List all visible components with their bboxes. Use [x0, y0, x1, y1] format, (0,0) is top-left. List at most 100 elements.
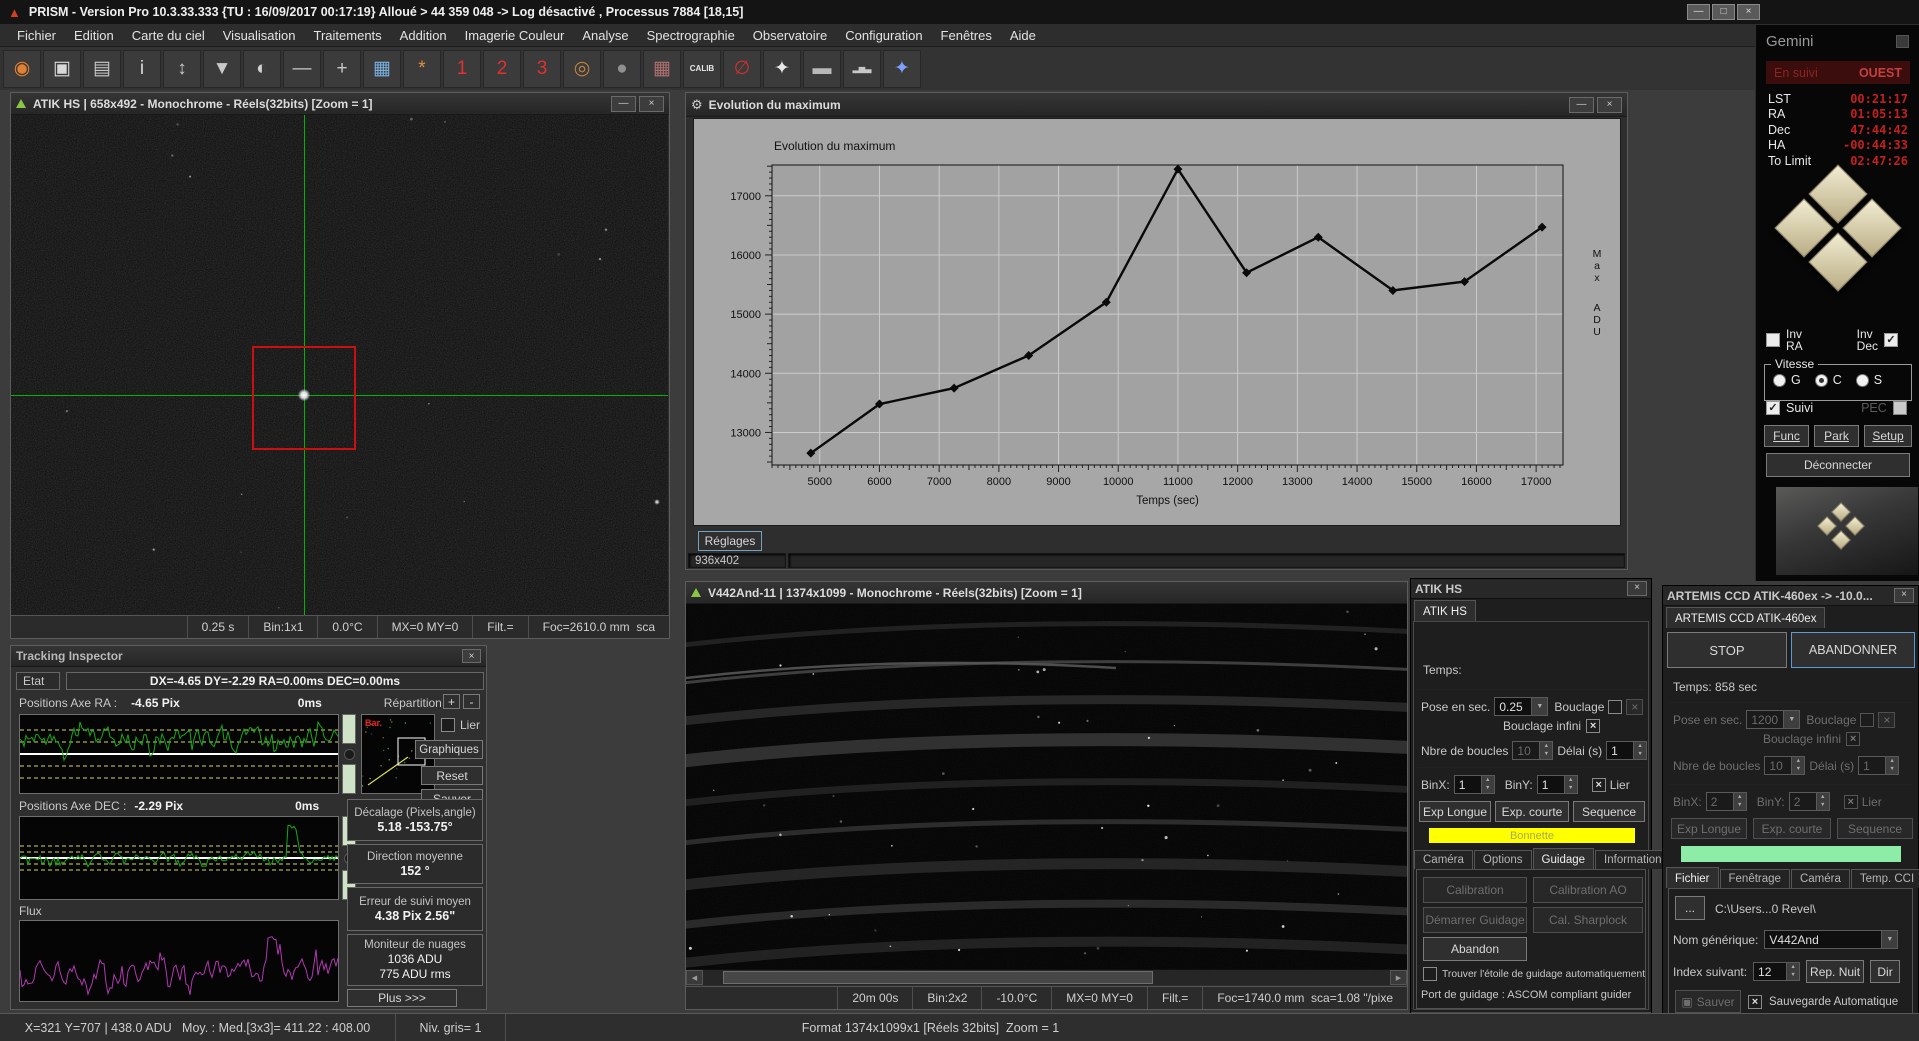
nom-combo[interactable]: V442And▼: [1764, 930, 1898, 949]
slider-lower[interactable]: [342, 764, 356, 794]
camera-icon-button[interactable]: ◉: [3, 50, 41, 88]
spin-up-icon[interactable]: ▲: [1792, 757, 1804, 766]
menu-traitements[interactable]: Traitements: [305, 25, 391, 46]
spin-down-icon[interactable]: ▼: [1817, 802, 1829, 811]
close-button[interactable]: ×: [1737, 4, 1760, 20]
slider-knob[interactable]: [344, 749, 355, 760]
trouver-checkbox[interactable]: [1423, 967, 1437, 981]
filter-wheel-icon-button[interactable]: ◎: [563, 50, 601, 88]
bouclage-checkbox[interactable]: [1608, 700, 1622, 714]
binx-spinner[interactable]: 1▲▼: [1454, 775, 1495, 794]
plus-more-button[interactable]: Plus >>>: [347, 989, 457, 1007]
demarrer-guidage-button[interactable]: Démarrer Guidage: [1423, 907, 1527, 933]
tracking-close-button[interactable]: ×: [462, 649, 481, 663]
image-window-titlebar[interactable]: V442And-11 | 1374x1099 - Monochrome - Ré…: [686, 582, 1407, 604]
flip-vertical-icon-button[interactable]: ↕: [163, 50, 201, 88]
chevron-down-icon[interactable]: ▼: [1532, 697, 1548, 716]
spin-down-icon[interactable]: ▼: [1634, 751, 1646, 760]
scroll-thumb[interactable]: [723, 971, 1153, 984]
bouclage-infini-checkbox[interactable]: ×: [1846, 732, 1860, 746]
chevron-down-icon[interactable]: ▼: [1882, 930, 1898, 949]
guide-image-canvas[interactable]: [11, 115, 668, 615]
exp-longue-button[interactable]: Exp Longue: [1419, 801, 1491, 822]
spin-down-icon[interactable]: ▼: [1886, 766, 1898, 775]
guide-close-button[interactable]: ×: [639, 96, 664, 112]
menu-observatoire[interactable]: Observatoire: [744, 25, 836, 46]
chevron-down-icon[interactable]: ▼: [1784, 710, 1800, 729]
spin-up-icon[interactable]: ▲: [1734, 793, 1746, 802]
artemis-tab-temp-cci[interactable]: Temp. CCI: [1851, 869, 1919, 888]
atik-tab-cam-ra[interactable]: Caméra: [1414, 850, 1473, 869]
atik-tab-guidage[interactable]: Guidage: [1533, 848, 1594, 869]
func-button[interactable]: Func: [1764, 425, 1809, 447]
menu-aide[interactable]: Aide: [1001, 25, 1045, 46]
sequence-button[interactable]: Sequence: [1837, 818, 1913, 839]
guide-minimize-button[interactable]: —: [611, 96, 636, 112]
stop-button[interactable]: STOP: [1667, 632, 1787, 668]
histogram-icon-button[interactable]: ▂▅▃: [843, 50, 881, 88]
info-icon-button[interactable]: i: [123, 50, 161, 88]
contrast-icon-button[interactable]: ◐: [243, 50, 281, 88]
atik-panel-titlebar[interactable]: ATIK HS ×: [1411, 579, 1651, 599]
suivi-checkbox[interactable]: ✓: [1766, 401, 1780, 415]
biny-spinner[interactable]: 2▲▼: [1789, 792, 1830, 811]
lens-icon-button[interactable]: ●: [603, 50, 641, 88]
artemis-tab-cam-ra[interactable]: Caméra: [1791, 869, 1850, 888]
binx-spinner[interactable]: 2▲▼: [1706, 792, 1747, 811]
chart-close-button[interactable]: ×: [1597, 97, 1622, 113]
menu-visualisation[interactable]: Visualisation: [214, 25, 305, 46]
reglages-button[interactable]: Réglages: [698, 531, 762, 551]
spin-down-icon[interactable]: ▼: [1482, 785, 1494, 794]
move-icon-button[interactable]: +: [323, 50, 361, 88]
menu-fen-tres[interactable]: Fenêtres: [932, 25, 1001, 46]
image-hscrollbar[interactable]: ◀ ▶: [686, 969, 1407, 985]
exp-courte-button[interactable]: Exp. courte: [1753, 818, 1831, 839]
app-titlebar[interactable]: ▲ PRISM - Version Pro 10.3.33.333 {TU : …: [0, 0, 1919, 24]
graphiques-button[interactable]: Graphiques: [415, 740, 483, 759]
bouclage-checkbox[interactable]: [1860, 713, 1874, 727]
nbre-spinner[interactable]: 10▲▼: [1512, 741, 1553, 760]
cal-sharplock-button[interactable]: Cal. Sharplock: [1533, 907, 1643, 933]
radio-C[interactable]: [1815, 374, 1828, 387]
atik-tab-options[interactable]: Options: [1474, 850, 1532, 869]
reset-button[interactable]: Reset: [421, 766, 483, 785]
sauvegarde-auto-checkbox[interactable]: ×: [1748, 995, 1762, 1009]
ccd-icon-button[interactable]: ▦: [643, 50, 681, 88]
comet-icon-button[interactable]: ✦: [883, 50, 921, 88]
inv-ra-checkbox[interactable]: [1766, 333, 1780, 347]
inv-dec-checkbox[interactable]: ✓: [1884, 333, 1898, 347]
calibration-ao-button[interactable]: Calibration AO: [1533, 877, 1643, 903]
sequence-button[interactable]: Sequence: [1573, 801, 1645, 822]
scroll-left-icon[interactable]: ◀: [686, 970, 703, 985]
spin-up-icon[interactable]: ▲: [1565, 776, 1577, 785]
chart-window-titlebar[interactable]: ⚙ Evolution du maximum — ×: [686, 93, 1627, 117]
radio-G[interactable]: [1773, 374, 1786, 387]
pose-combo[interactable]: 1200▼: [1746, 710, 1800, 729]
nbre-spinner[interactable]: 10▲▼: [1764, 756, 1805, 775]
image-canvas[interactable]: [686, 604, 1407, 969]
gemini-menu-button[interactable]: [1896, 35, 1909, 48]
radio-S[interactable]: [1856, 374, 1869, 387]
stop-icon-button[interactable]: ∅: [723, 50, 761, 88]
spin-down-icon[interactable]: ▼: [1787, 972, 1799, 981]
bouclage-stop-button[interactable]: ×: [1626, 699, 1643, 715]
tracking-titlebar[interactable]: Tracking Inspector ×: [11, 646, 486, 667]
hand-icon-button[interactable]: *: [403, 50, 441, 88]
artemis-device-tab[interactable]: ARTEMIS CCD ATIK-460ex: [1666, 607, 1825, 628]
chart-plot-area[interactable]: 5000600070008000900010000110001200013000…: [693, 118, 1621, 526]
spin-up-icon[interactable]: ▲: [1817, 793, 1829, 802]
glove-icon-button[interactable]: ✦: [763, 50, 801, 88]
atik-close-button[interactable]: ×: [1627, 581, 1647, 596]
browse-button[interactable]: ...: [1675, 896, 1705, 920]
rep-nuit-button[interactable]: Rep. Nuit: [1806, 960, 1864, 983]
save-icon-button[interactable]: ▣: [43, 50, 81, 88]
artemis-close-button[interactable]: ×: [1894, 588, 1914, 603]
park-button[interactable]: Park: [1814, 425, 1859, 447]
lier-checkbox[interactable]: [441, 718, 455, 732]
measure-icon-button[interactable]: ―: [283, 50, 321, 88]
deconnecter-button[interactable]: Déconnecter: [1766, 453, 1910, 477]
spin-up-icon[interactable]: ▲: [1787, 963, 1799, 972]
menu-edition[interactable]: Edition: [65, 25, 123, 46]
menu-addition[interactable]: Addition: [391, 25, 456, 46]
pec-checkbox[interactable]: [1893, 401, 1907, 415]
